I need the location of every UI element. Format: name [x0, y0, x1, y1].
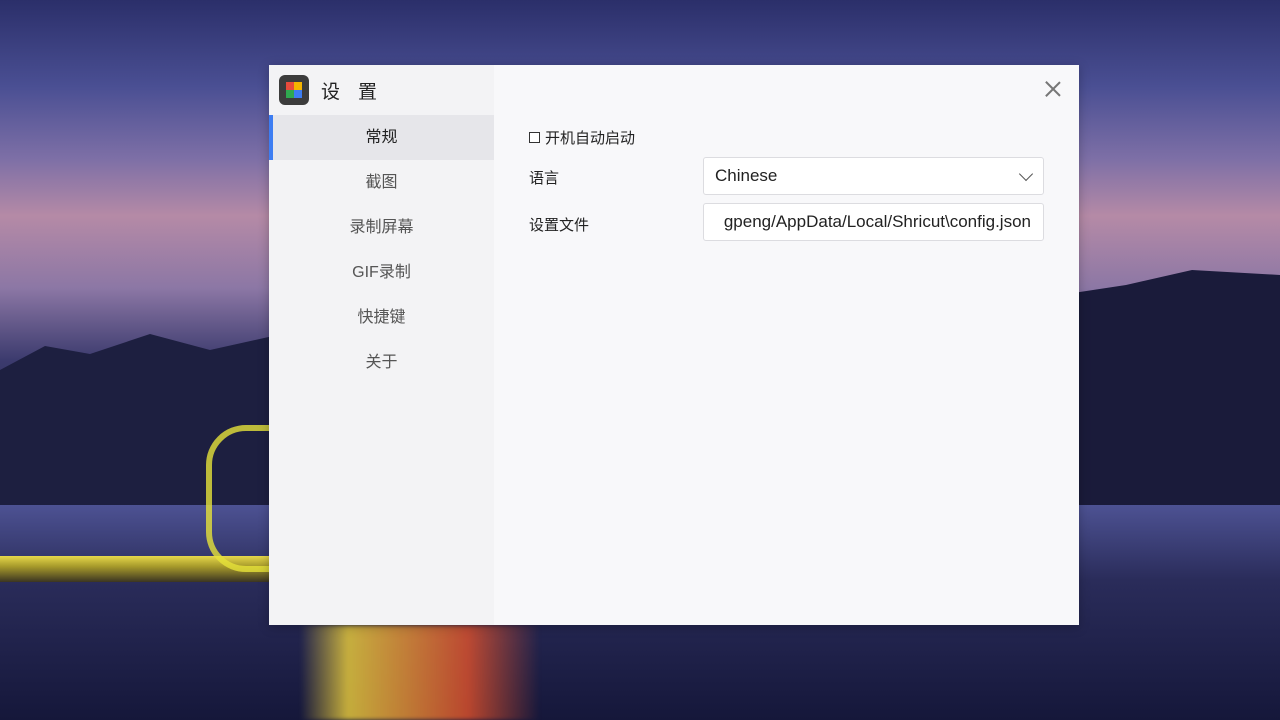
title-bar: 设 置: [269, 65, 494, 115]
window-title: 设 置: [321, 80, 384, 103]
sidebar-item-screenshot[interactable]: 截图: [269, 160, 494, 205]
language-label: 语言: [529, 170, 560, 187]
settings-content: 开机自动启动 语言 Chinese 设置文件 gpeng/AppData/Loc…: [494, 65, 1079, 625]
autostart-label: 开机自动启动: [545, 130, 636, 147]
language-select[interactable]: Chinese: [703, 157, 1044, 195]
sidebar-item-general[interactable]: 常规: [269, 115, 494, 160]
config-file-label: 设置文件: [529, 217, 590, 234]
wallpaper-mountain-right: [1060, 270, 1280, 520]
language-selected-value: Chinese: [715, 166, 778, 185]
config-file-path-field[interactable]: gpeng/AppData/Local/Shricut\config.json: [703, 203, 1044, 241]
sidebar-item-gif-recording[interactable]: GIF录制: [269, 250, 494, 295]
settings-window: 设 置 常规 截图 录制屏幕 GIF录制 快捷键 关于 开机自动启动 语言 Ch…: [269, 65, 1079, 625]
config-file-path-value: gpeng/AppData/Local/Shricut\config.json: [723, 212, 1031, 231]
chevron-down-icon: [1018, 166, 1034, 182]
sidebar-item-shortcuts[interactable]: 快捷键: [269, 295, 494, 340]
sidebar: 设 置 常规 截图 录制屏幕 GIF录制 快捷键 关于: [269, 65, 494, 625]
autostart-checkbox[interactable]: [529, 132, 540, 143]
sidebar-item-screen-recording[interactable]: 录制屏幕: [269, 205, 494, 250]
app-logo-icon: [279, 75, 309, 105]
sidebar-nav: 常规 截图 录制屏幕 GIF录制 快捷键 关于: [269, 115, 494, 385]
close-icon[interactable]: [1041, 77, 1065, 101]
autostart-option[interactable]: 开机自动启动: [529, 127, 635, 148]
sidebar-item-about[interactable]: 关于: [269, 340, 494, 385]
wallpaper-light-reflection: [300, 625, 540, 720]
